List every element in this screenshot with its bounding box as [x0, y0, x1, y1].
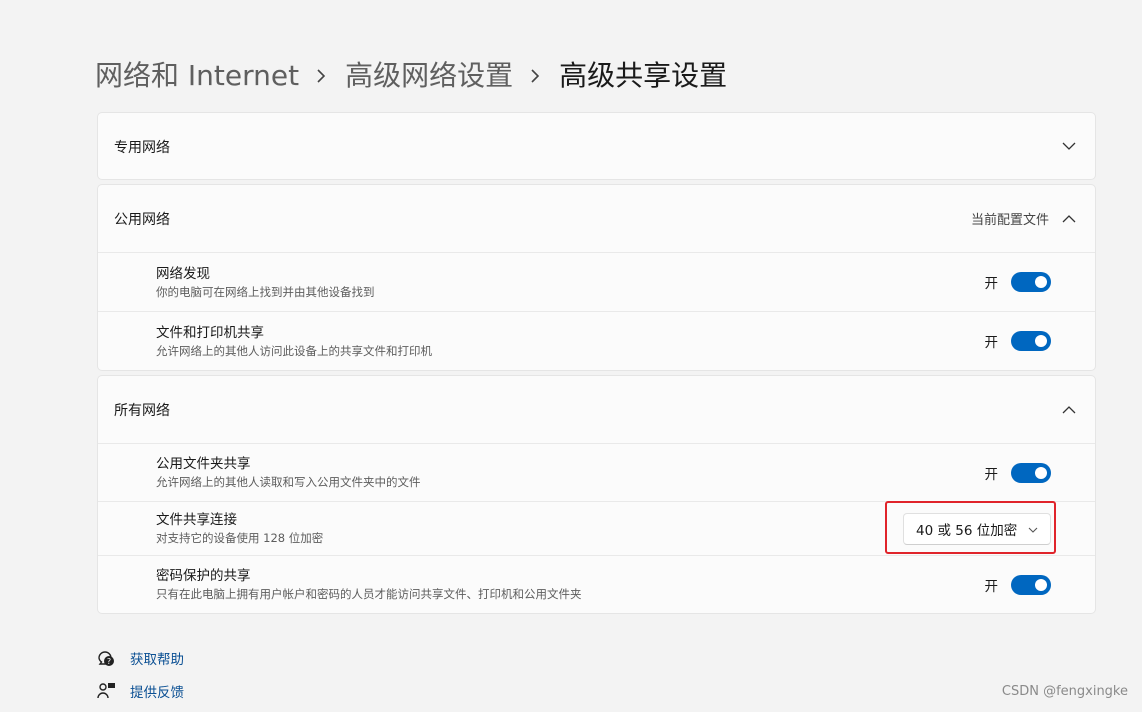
give-feedback-row: 提供反馈 — [95, 681, 184, 701]
give-feedback-link[interactable]: 提供反馈 — [130, 681, 184, 701]
help-icon: ? — [95, 648, 117, 668]
private-network-card: 专用网络 — [97, 112, 1096, 180]
chevron-down-icon[interactable] — [1061, 139, 1077, 155]
get-help-link[interactable]: 获取帮助 — [130, 648, 184, 668]
feedback-icon — [95, 681, 117, 701]
network-discovery-desc: 你的电脑可在网络上找到并由其他设备找到 — [156, 284, 375, 299]
svg-text:?: ? — [107, 657, 111, 666]
public-folder-sharing-state: 开 — [984, 466, 999, 483]
password-protected-sharing-toggle[interactable] — [1011, 574, 1051, 595]
public-folder-sharing-row: 公用文件夹共享 允许网络上的其他人读取和写入公用文件夹中的文件 开 — [98, 443, 1095, 501]
file-printer-sharing-toggle[interactable] — [1011, 331, 1051, 351]
password-protected-sharing-state: 开 — [984, 578, 999, 595]
file-sharing-connection-desc: 对支持它的设备使用 128 位加密 — [156, 531, 324, 545]
public-network-card: 公用网络 当前配置文件 网络发现 你的电脑可在网络上找到并由其他设备找到 开 文… — [97, 184, 1096, 371]
encryption-dropdown[interactable]: 40 或 56 位加密 — [903, 512, 1051, 545]
chevron-right-icon — [299, 56, 345, 96]
password-protected-sharing-row: 密码保护的共享 只有在此电脑上拥有用户帐户和密码的人员才能访问共享文件、打印机和… — [98, 555, 1095, 613]
file-printer-sharing-state: 开 — [984, 335, 999, 351]
network-discovery-state: 开 — [984, 276, 999, 292]
public-folder-sharing-label: 公用文件夹共享 — [156, 456, 251, 472]
private-network-title: 专用网络 — [114, 139, 170, 156]
toggle-knob — [1035, 276, 1047, 288]
page-title: 高级共享设置 — [559, 59, 728, 92]
chevron-up-icon[interactable] — [1061, 211, 1077, 227]
chevron-down-icon — [1028, 521, 1038, 537]
toggle-knob — [1035, 335, 1047, 347]
watermark: CSDN @fengxingke — [1001, 684, 1128, 699]
encryption-dropdown-value: 40 或 56 位加密 — [916, 522, 1018, 539]
password-protected-sharing-desc: 只有在此电脑上拥有用户帐户和密码的人员才能访问共享文件、打印机和公用文件夹 — [156, 587, 582, 601]
file-printer-sharing-row: 文件和打印机共享 允许网络上的其他人访问此设备上的共享文件和打印机 开 — [98, 311, 1095, 370]
current-profile-label: 当前配置文件 — [970, 213, 1049, 228]
all-networks-card: 所有网络 公用文件夹共享 允许网络上的其他人读取和写入公用文件夹中的文件 开 文… — [97, 375, 1096, 614]
password-protected-sharing-label: 密码保护的共享 — [156, 568, 251, 584]
chevron-right-icon — [513, 56, 559, 96]
all-networks-header[interactable]: 所有网络 — [98, 376, 1095, 443]
all-networks-title: 所有网络 — [114, 402, 170, 419]
public-folder-sharing-desc: 允许网络上的其他人读取和写入公用文件夹中的文件 — [156, 475, 421, 489]
network-discovery-row: 网络发现 你的电脑可在网络上找到并由其他设备找到 开 — [98, 252, 1095, 311]
network-discovery-label: 网络发现 — [156, 265, 210, 282]
file-printer-sharing-desc: 允许网络上的其他人访问此设备上的共享文件和打印机 — [156, 343, 432, 358]
private-network-header[interactable]: 专用网络 — [98, 113, 1095, 179]
file-sharing-connection-row: 文件共享连接 对支持它的设备使用 128 位加密 40 或 56 位加密 — [98, 501, 1095, 555]
toggle-knob — [1035, 466, 1047, 479]
public-network-header[interactable]: 公用网络 当前配置文件 — [98, 185, 1095, 252]
public-network-title: 公用网络 — [114, 211, 170, 228]
breadcrumb-network-internet[interactable]: 网络和 Internet — [95, 56, 299, 96]
network-discovery-toggle[interactable] — [1011, 272, 1051, 292]
breadcrumb-advanced-network[interactable]: 高级网络设置 — [345, 56, 513, 96]
toggle-knob — [1035, 578, 1047, 591]
file-printer-sharing-label: 文件和打印机共享 — [156, 324, 264, 341]
chevron-up-icon[interactable] — [1061, 402, 1077, 418]
get-help-row: ? 获取帮助 — [95, 648, 184, 668]
public-folder-sharing-toggle[interactable] — [1011, 462, 1051, 483]
breadcrumb: 网络和 Internet 高级网络设置 高级共享设置 — [95, 56, 727, 96]
file-sharing-connection-label: 文件共享连接 — [156, 512, 237, 528]
